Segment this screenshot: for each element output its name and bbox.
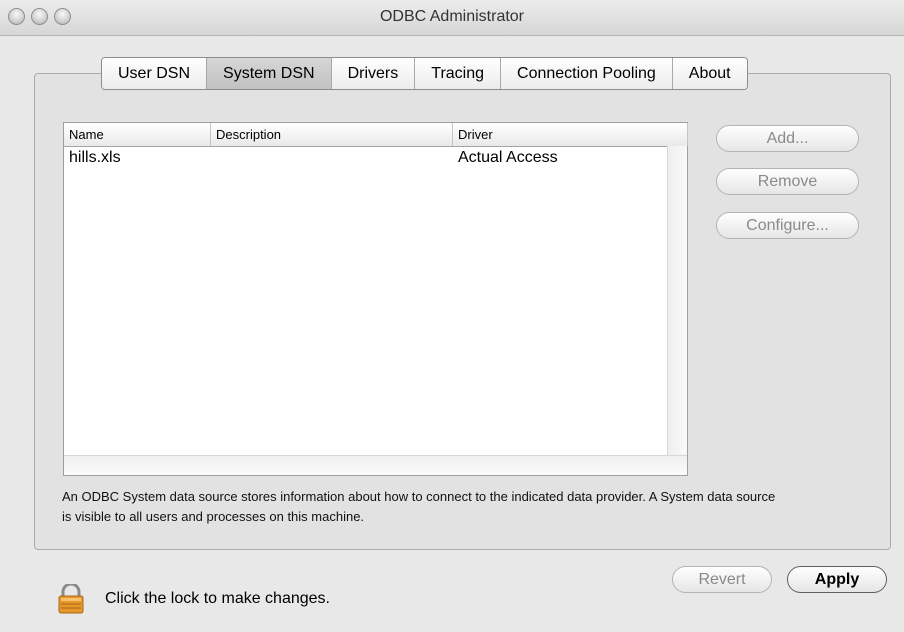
tab-bar: User DSN System DSN Drivers Tracing Conn… — [101, 57, 748, 90]
tab-tracing[interactable]: Tracing — [415, 58, 502, 89]
column-header-description[interactable]: Description — [211, 123, 453, 146]
configure-button[interactable]: Configure... — [716, 212, 859, 239]
window-title: ODBC Administrator — [379, 8, 525, 25]
table-row[interactable]: hills.xls Actual Access — [64, 146, 667, 170]
remove-button[interactable]: Remove — [716, 168, 859, 195]
lock-instruction-text: Click the lock to make changes. — [105, 590, 330, 607]
odbc-administrator-window: ODBC Administrator User DSN System DSN D… — [0, 0, 904, 632]
add-button[interactable]: Add... — [716, 125, 859, 152]
tab-connection-pooling[interactable]: Connection Pooling — [501, 58, 673, 89]
lock-icon[interactable] — [57, 582, 85, 614]
horizontal-scrollbar[interactable] — [64, 455, 687, 475]
row-description-cell — [211, 146, 216, 170]
vertical-scrollbar[interactable] — [667, 146, 687, 456]
dsn-table[interactable]: Name Description Driver hills.xls Actual… — [63, 122, 688, 476]
row-driver-cell: Actual Access — [458, 149, 558, 166]
tab-user-dsn[interactable]: User DSN — [102, 58, 208, 89]
description-text: An ODBC System data source stores inform… — [62, 489, 776, 524]
table-header: Name Description Driver — [64, 123, 688, 147]
column-header-driver[interactable]: Driver — [453, 123, 688, 146]
column-header-name[interactable]: Name — [64, 123, 211, 146]
row-name-cell: hills.xls — [69, 149, 121, 166]
tab-drivers[interactable]: Drivers — [331, 58, 416, 89]
apply-button[interactable]: Apply — [787, 566, 887, 593]
tab-system-dsn[interactable]: System DSN — [207, 58, 332, 89]
revert-button[interactable]: Revert — [672, 566, 772, 593]
title-bar: ODBC Administrator — [0, 0, 904, 36]
tab-about[interactable]: About — [672, 58, 747, 89]
